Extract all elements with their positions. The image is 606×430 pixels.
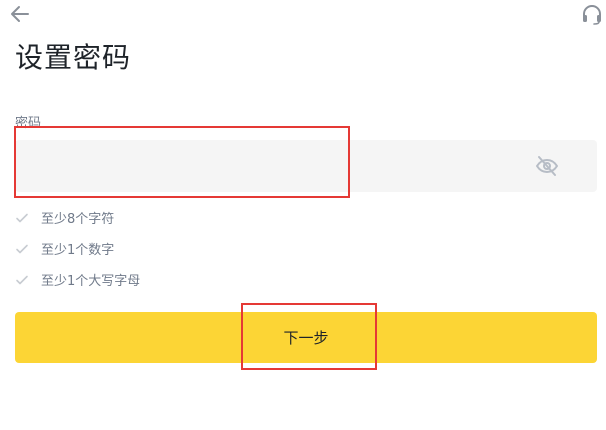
- next-button[interactable]: 下一步: [15, 312, 597, 363]
- set-password-page: 设置密码 密码 至少8个字符 至少1个数字 至少1个大写字母 下一步: [0, 0, 606, 430]
- check-icon: [16, 213, 28, 222]
- requirement-item: 至少1个数字: [15, 233, 140, 264]
- support-button[interactable]: [580, 2, 604, 26]
- check-icon: [16, 275, 28, 284]
- check-icon: [16, 244, 28, 253]
- requirement-text: 至少1个大写字母: [41, 274, 141, 289]
- eye-off-icon: [536, 156, 558, 176]
- requirement-text: 至少8个字符: [41, 212, 115, 227]
- back-button[interactable]: [8, 2, 32, 26]
- password-label: 密码: [15, 116, 42, 131]
- requirement-text: 至少1个数字: [41, 243, 115, 258]
- toggle-visibility-button[interactable]: [535, 154, 559, 178]
- arrow-left-icon: [11, 6, 29, 22]
- requirement-item: 至少1个大写字母: [15, 264, 140, 295]
- password-field: [15, 140, 597, 192]
- password-input[interactable]: [15, 140, 515, 192]
- page-title: 设置密码: [15, 41, 132, 74]
- headset-icon: [583, 5, 601, 25]
- requirement-item: 至少8个字符: [15, 202, 140, 233]
- password-requirements: 至少8个字符 至少1个数字 至少1个大写字母: [15, 202, 140, 295]
